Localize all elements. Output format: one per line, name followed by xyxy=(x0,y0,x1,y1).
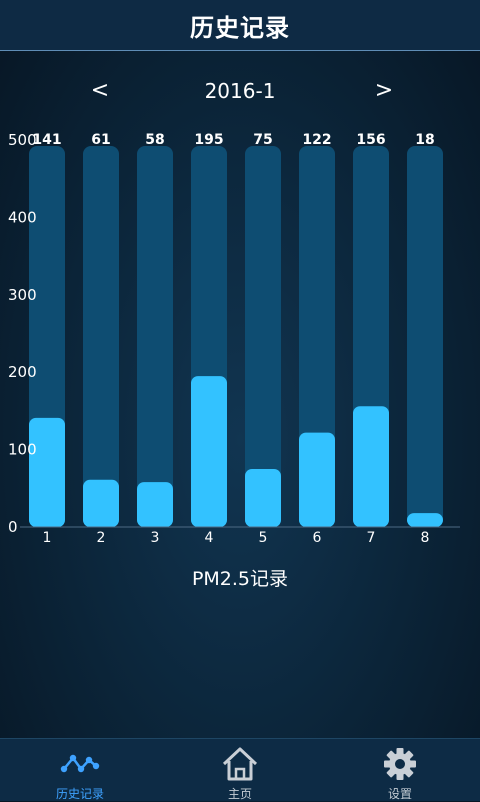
bar xyxy=(407,513,443,527)
y-tick-label: 0 xyxy=(8,518,18,536)
x-tick-label: 5 xyxy=(259,530,268,546)
bar-value-label: 75 xyxy=(253,132,272,148)
tab-history-label: 历史记录 xyxy=(55,787,104,801)
y-tick-label: 300 xyxy=(8,286,37,304)
bar-value-label: 141 xyxy=(32,132,61,148)
gear-icon xyxy=(384,748,416,780)
bar xyxy=(353,406,389,527)
x-tick-label: 1 xyxy=(43,530,52,546)
bar xyxy=(245,468,281,527)
tab-history[interactable]: 历史记录 xyxy=(0,739,160,801)
bar-value-label: 18 xyxy=(415,132,434,148)
tab-settings[interactable]: 设置 xyxy=(320,739,480,801)
x-tick-label: 8 xyxy=(421,530,430,546)
bar-value-label: 61 xyxy=(91,132,110,148)
y-tick-label: 400 xyxy=(8,208,37,226)
next-month-button[interactable]: > xyxy=(374,78,394,103)
bar xyxy=(83,479,119,527)
y-tick-label: 200 xyxy=(8,363,37,381)
tab-home-label: 主页 xyxy=(227,787,252,801)
home-icon xyxy=(222,747,258,781)
x-tick-label: 4 xyxy=(205,530,214,546)
x-tick-label: 7 xyxy=(367,530,376,546)
bar-track xyxy=(407,146,443,527)
bar xyxy=(29,417,65,527)
bar xyxy=(299,432,335,527)
pm25-bar-chart: 141 1 61 2 58 3 195 4 75 5 122 6 156 7 18 8 0 100 200 300 40… xyxy=(8,131,460,546)
month-selector: < 2016-1 > xyxy=(0,78,480,108)
chart-caption: PM2.5记录 xyxy=(191,568,289,590)
current-month: 2016-1 xyxy=(204,79,276,103)
top-bar: 历史记录 xyxy=(0,0,480,51)
y-tick-label: 500 xyxy=(8,131,37,149)
x-tick-label: 3 xyxy=(151,530,160,546)
bar-value-label: 156 xyxy=(356,132,385,148)
prev-month-button[interactable]: < xyxy=(90,78,110,103)
bar xyxy=(137,482,173,527)
bar-value-label: 195 xyxy=(194,132,223,148)
x-tick-label: 2 xyxy=(97,530,106,546)
page-title: 历史记录 xyxy=(190,14,290,42)
bottom-tab-bar: 历史记录 主页 设置 xyxy=(0,738,480,801)
tab-home[interactable]: 主页 xyxy=(160,739,320,801)
line-chart-icon xyxy=(60,754,100,773)
x-tick-label: 6 xyxy=(313,530,322,546)
y-tick-label: 100 xyxy=(8,441,37,459)
bar xyxy=(191,376,227,527)
tab-settings-label: 设置 xyxy=(387,787,412,801)
bar-value-label: 58 xyxy=(145,132,164,148)
bar-track xyxy=(83,146,119,527)
bar-track xyxy=(137,146,173,527)
bar-value-label: 122 xyxy=(302,132,331,148)
